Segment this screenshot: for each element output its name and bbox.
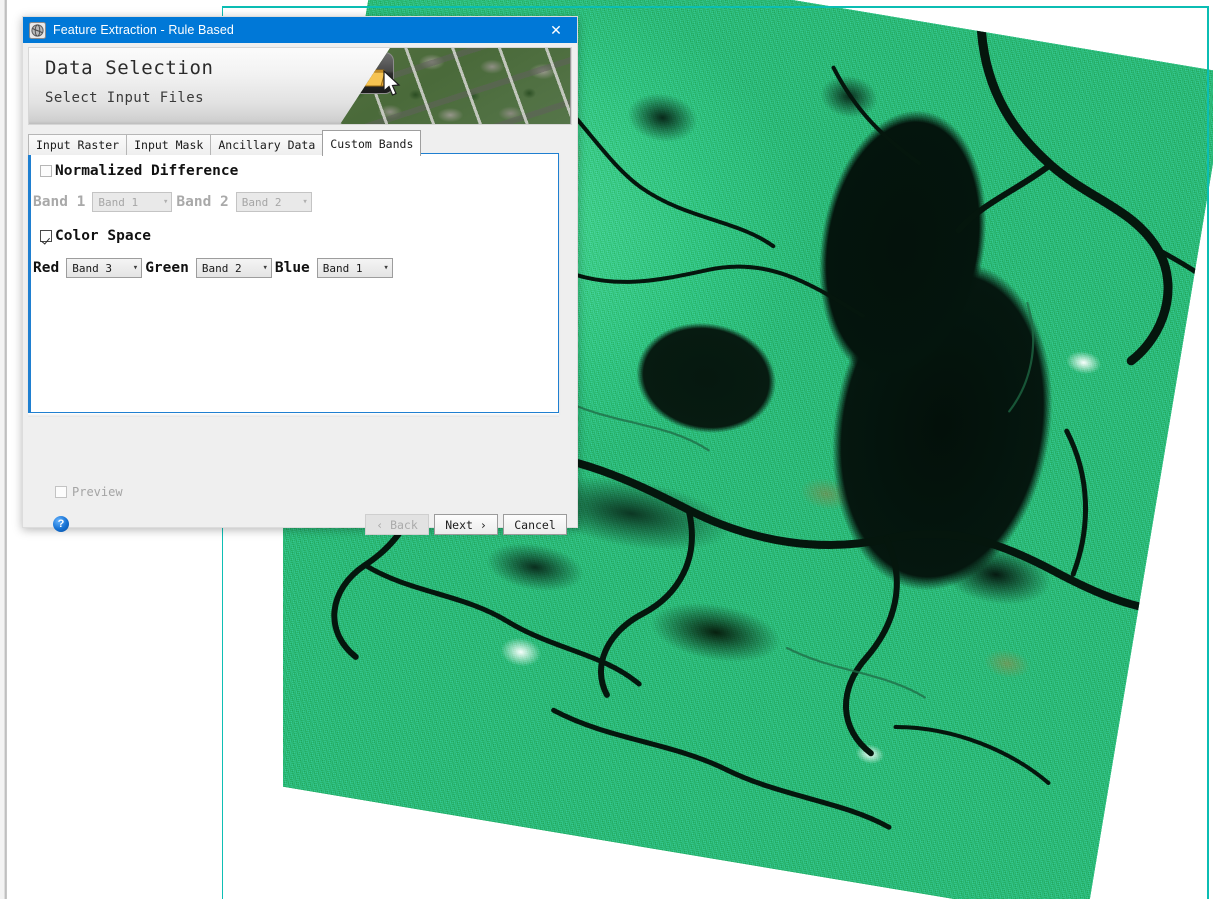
color-space-checkbox[interactable]: [40, 230, 52, 242]
next-button[interactable]: Next ›: [434, 514, 498, 535]
aerial-neighborhood-photo: [339, 48, 571, 124]
dialog-title: Feature Extraction - Rule Based: [53, 23, 234, 37]
back-button[interactable]: ‹ Back: [365, 514, 429, 535]
normalized-difference-fields: Band 1 Band 1 ▾ Band 2 Band 2 ▾: [33, 192, 312, 212]
dialog-button-bar: ‹ Back Next › Cancel: [365, 514, 567, 535]
normalized-difference-checkbox-row[interactable]: Normalized Difference: [40, 163, 238, 179]
normalized-difference-checkbox[interactable]: [40, 165, 52, 177]
tab-input-raster[interactable]: Input Raster: [28, 134, 128, 155]
nd-band2-dropdown[interactable]: Band 2 ▾: [235, 192, 312, 212]
nd-band2-value: Band 2: [241, 195, 282, 209]
blue-band-label: Blue: [274, 260, 310, 276]
chevron-down-icon: ▾: [262, 262, 268, 273]
screen: Feature Extraction - Rule Based ✕ Data S…: [0, 0, 1216, 899]
blue-band-value: Band 1: [322, 261, 363, 275]
red-band-dropdown[interactable]: Band 3 ▾: [66, 258, 143, 278]
color-space-label: Color Space: [55, 228, 152, 244]
green-band-label: Green: [145, 260, 189, 276]
dialog-banner: Data Selection Select Input Files: [28, 47, 572, 125]
page-title: Data Selection: [45, 57, 214, 79]
panel-underline: [28, 413, 559, 417]
chevron-down-icon: ▾: [383, 262, 389, 273]
color-space-checkbox-row[interactable]: Color Space: [40, 228, 151, 244]
color-space-fields: Red Band 3 ▾ Green Band 2 ▾ Blue Band 1 …: [33, 258, 393, 278]
chevron-down-icon: ▾: [132, 262, 139, 273]
red-band-label: Red: [33, 260, 60, 276]
normalized-difference-label: Normalized Difference: [55, 163, 239, 179]
tab-custom-bands[interactable]: Custom Bands: [322, 130, 422, 156]
green-band-dropdown[interactable]: Band 2 ▾: [195, 258, 272, 278]
chevron-down-icon: ▾: [162, 196, 169, 207]
preview-label: Preview: [72, 485, 123, 499]
help-icon[interactable]: ?: [53, 516, 69, 532]
left-toolbar-gutter: [0, 0, 7, 899]
blue-band-dropdown[interactable]: Band 1 ▾: [316, 258, 393, 278]
dialog-titlebar: Feature Extraction - Rule Based ✕: [23, 17, 577, 43]
page-subtitle: Select Input Files: [45, 90, 204, 106]
mouse-pointer-icon: [383, 70, 401, 96]
envi-globe-icon: [29, 21, 46, 39]
nd-band1-value: Band 1: [98, 195, 139, 209]
tab-ancillary-data[interactable]: Ancillary Data: [210, 134, 324, 155]
custom-bands-panel: Normalized Difference Band 1 Band 1 ▾ Ba…: [28, 153, 559, 413]
tabstrip: Input Raster Input Mask Ancillary Data C…: [28, 130, 422, 156]
tab-input-mask[interactable]: Input Mask: [126, 134, 212, 155]
feature-extraction-dialog: Feature Extraction - Rule Based ✕ Data S…: [22, 16, 578, 535]
nd-band1-dropdown[interactable]: Band 1 ▾: [92, 192, 173, 212]
nd-band2-label: Band 2: [176, 194, 229, 210]
green-band-value: Band 2: [201, 261, 242, 275]
cancel-button[interactable]: Cancel: [503, 514, 567, 535]
red-band-value: Band 3: [72, 261, 112, 275]
preview-row[interactable]: Preview: [55, 485, 123, 499]
close-icon[interactable]: ✕: [535, 17, 577, 43]
nd-band1-label: Band 1: [33, 194, 86, 210]
preview-checkbox[interactable]: [55, 486, 67, 498]
chevron-down-icon: ▾: [302, 196, 308, 207]
